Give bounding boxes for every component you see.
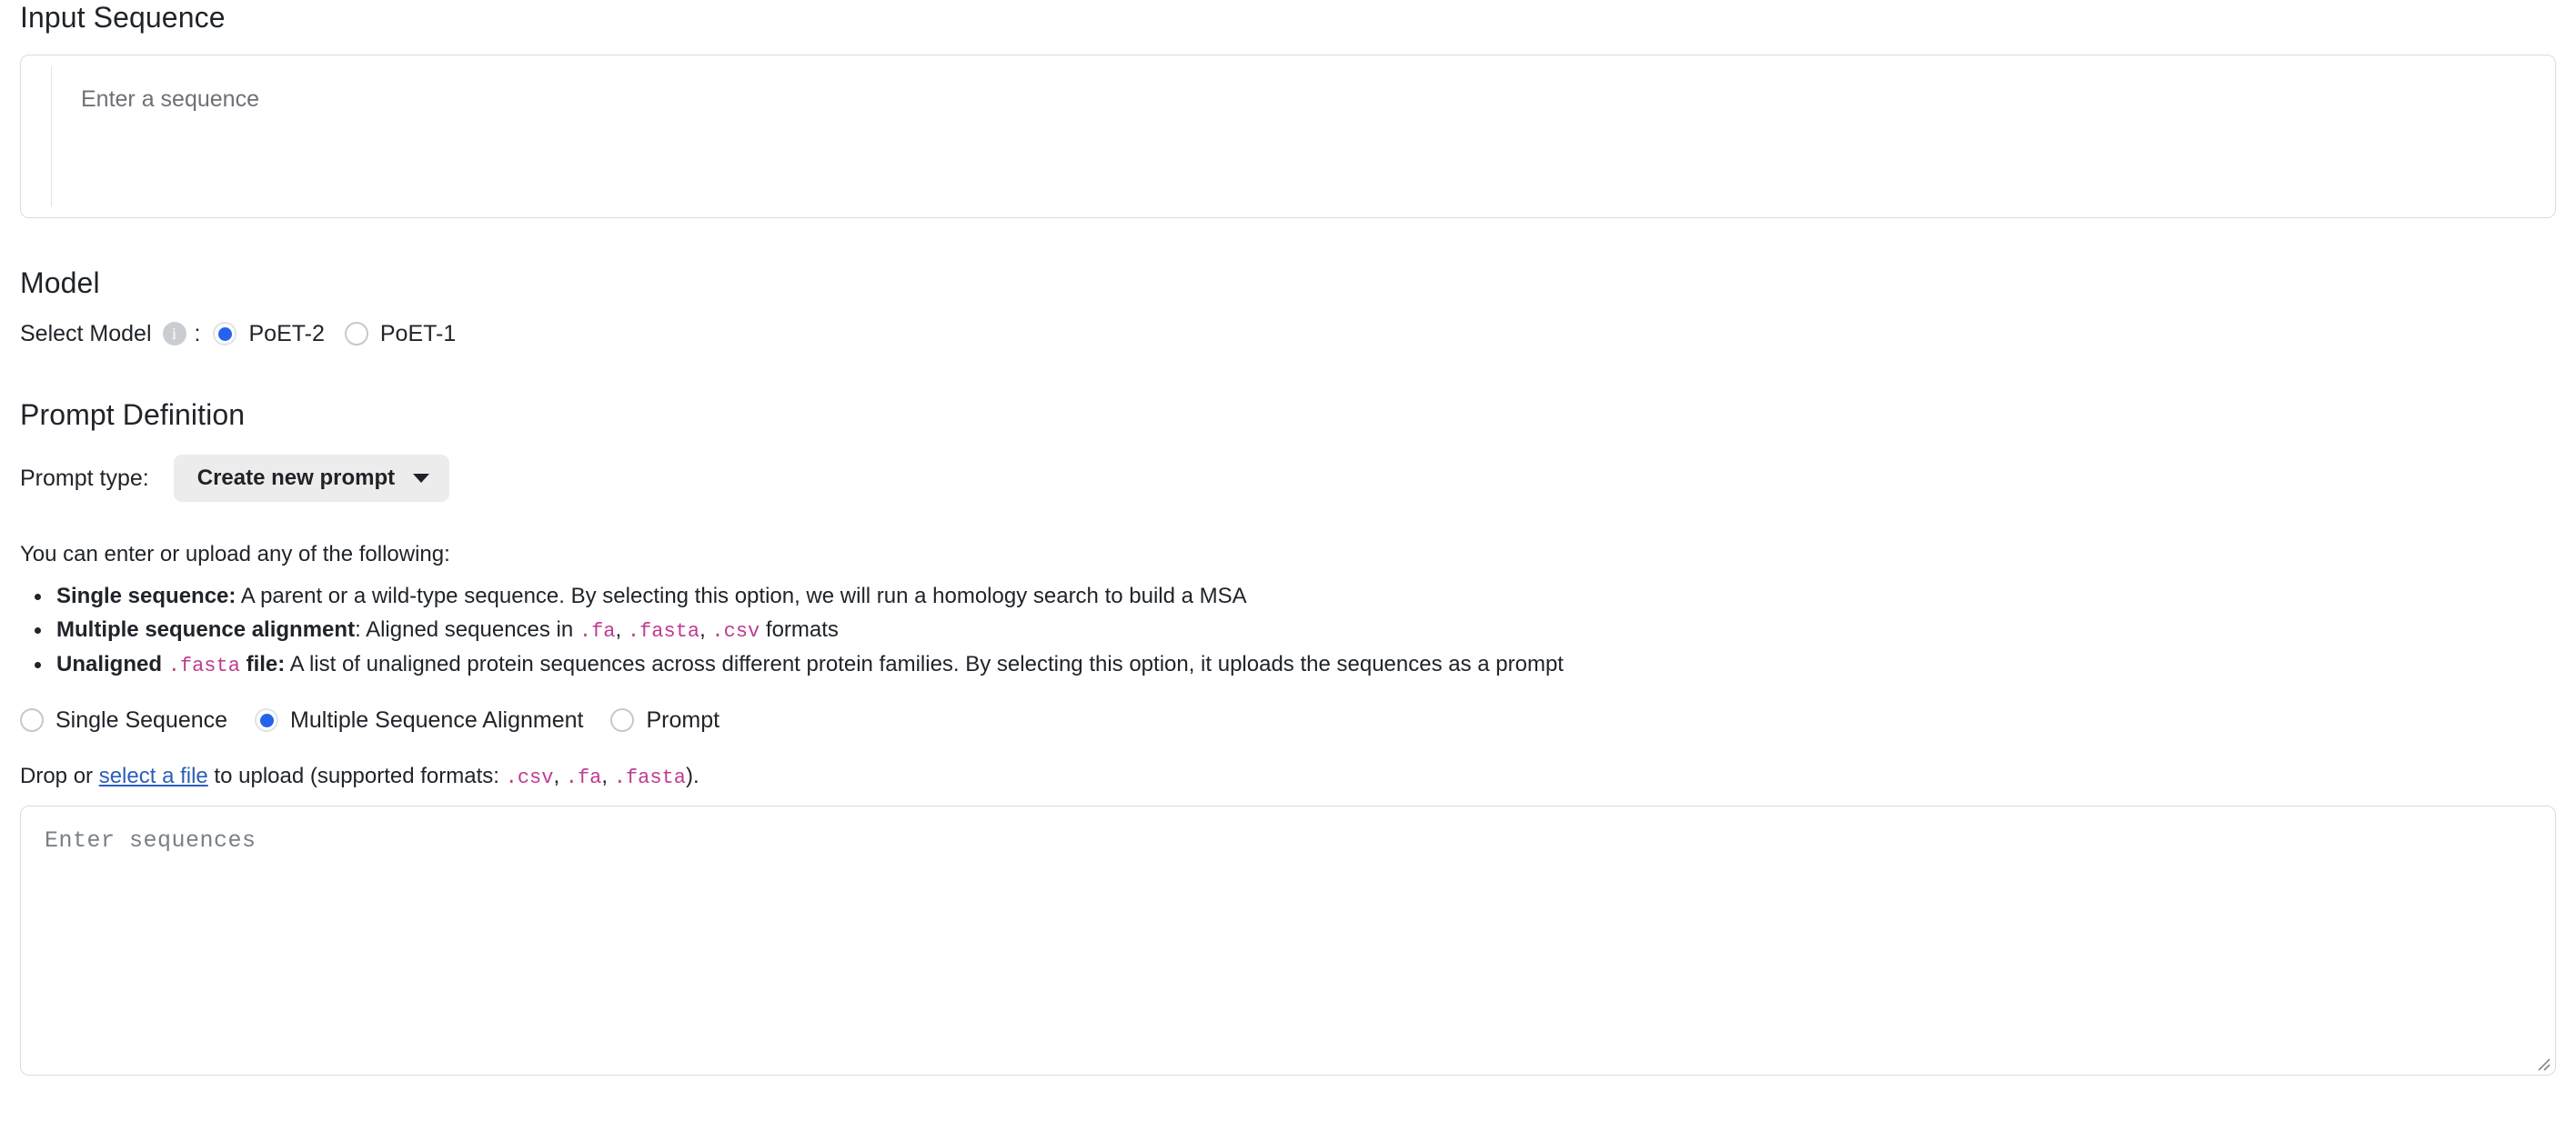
chevron-down-icon xyxy=(413,474,430,484)
input-sequence-placeholder: Enter a sequence xyxy=(81,86,259,113)
bullet-unaligned-text: A list of unaligned protein sequences ac… xyxy=(285,651,1564,676)
prompt-type-dropdown-value: Create new prompt xyxy=(196,466,396,491)
radio-label-prompt: Prompt xyxy=(646,706,720,733)
radio-option-poet-1[interactable]: PoET-1 xyxy=(344,320,457,347)
radio-option-single-sequence[interactable]: Single Sequence xyxy=(20,707,227,734)
prompt-options-description-list: Single sequence: A parent or a wild-type… xyxy=(20,579,2556,682)
code-format-unaligned-fasta: .fasta xyxy=(167,654,240,677)
upload-hint-prefix: Drop or xyxy=(20,763,99,788)
radio-indicator-poet-2[interactable] xyxy=(213,322,237,346)
prompt-definition-page: Input Sequence Enter a sequence Model Se… xyxy=(0,0,2576,1122)
input-sequence-editor[interactable]: Enter a sequence xyxy=(20,55,2556,219)
code-upload-format-fasta: .fasta xyxy=(613,766,686,789)
radio-label-poet-1: PoET-1 xyxy=(379,320,457,346)
upload-hint-middle: to upload (supported formats: xyxy=(207,763,506,788)
input-sequence-heading: Input Sequence xyxy=(20,1,226,34)
bullet-unaligned-label-2: file: xyxy=(246,651,286,676)
prompt-type-dropdown[interactable]: Create new prompt xyxy=(173,455,450,503)
radio-label-single-sequence: Single Sequence xyxy=(55,706,228,733)
code-format-fasta: .fasta xyxy=(627,619,700,643)
radio-indicator-prompt[interactable] xyxy=(610,708,635,733)
select-a-file-link[interactable]: select a file xyxy=(99,764,208,788)
resize-handle-icon[interactable] xyxy=(2533,1054,2551,1072)
radio-label-multiple-sequence-alignment: Multiple Sequence Alignment xyxy=(290,706,584,733)
prompt-type-label: Prompt type: xyxy=(20,465,149,491)
radio-indicator-single-sequence[interactable] xyxy=(20,708,44,733)
code-upload-format-fa: .fa xyxy=(565,766,602,789)
code-format-fa: .fa xyxy=(579,619,616,643)
radio-option-prompt[interactable]: Prompt xyxy=(610,707,719,734)
bullet-single-sequence-text: A parent or a wild-type sequence. By sel… xyxy=(236,583,1247,608)
prompt-source-radio-group: Single Sequence Multiple Sequence Alignm… xyxy=(20,707,2556,734)
description-intro: You can enter or upload any of the follo… xyxy=(20,542,450,567)
radio-label-poet-2: PoET-2 xyxy=(248,320,325,346)
list-item-unaligned-fasta: Unaligned .fasta file: A list of unalign… xyxy=(53,647,2556,682)
bullet-single-sequence-label: Single sequence: xyxy=(56,583,236,608)
prompt-type-row: Prompt type: Create new prompt xyxy=(20,455,2556,503)
select-model-colon: : xyxy=(194,320,201,346)
bullet-msa-text-after: formats xyxy=(760,616,839,642)
model-heading: Model xyxy=(20,266,100,300)
model-radio-group: PoET-2 PoET-1 xyxy=(213,321,476,347)
radio-option-poet-2[interactable]: PoET-2 xyxy=(213,320,325,347)
prompt-definition-section: Prompt Definition Prompt type: Create ne… xyxy=(20,397,2556,1076)
select-model-label: Select Model xyxy=(20,320,152,346)
code-upload-format-csv: .csv xyxy=(505,766,554,789)
editor-gutter-divider xyxy=(51,66,52,207)
code-format-csv: .csv xyxy=(711,619,760,643)
select-model-row: Select Model i : PoET-2 PoET-1 xyxy=(20,321,2556,347)
radio-option-multiple-sequence-alignment[interactable]: Multiple Sequence Alignment xyxy=(255,707,583,734)
file-upload-hint: Drop or select a file to upload (support… xyxy=(20,763,699,789)
upload-hint-suffix: ). xyxy=(685,763,699,788)
sequences-textarea[interactable]: Enter sequences xyxy=(20,805,2556,1076)
sequences-placeholder: Enter sequences xyxy=(45,826,257,854)
bullet-unaligned-label-1: Unaligned xyxy=(56,651,163,676)
radio-indicator-poet-1[interactable] xyxy=(344,322,368,346)
model-section: Model Select Model i : PoET-2 PoET-1 xyxy=(20,265,2556,346)
prompt-definition-heading: Prompt Definition xyxy=(20,397,246,431)
list-item-multiple-sequence-alignment: Multiple sequence alignment: Aligned seq… xyxy=(53,613,2556,647)
radio-indicator-multiple-sequence-alignment[interactable] xyxy=(255,708,279,733)
list-item-single-sequence: Single sequence: A parent or a wild-type… xyxy=(53,579,2556,613)
info-icon[interactable]: i xyxy=(162,322,186,346)
bullet-msa-text-before: : Aligned sequences in xyxy=(355,616,579,642)
bullet-msa-label: Multiple sequence alignment xyxy=(56,616,356,642)
